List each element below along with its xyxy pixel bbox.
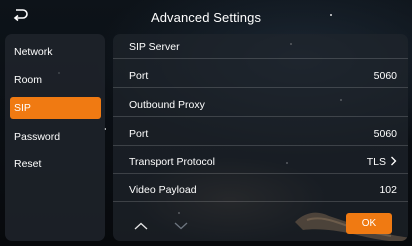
panel-footer: OK bbox=[113, 209, 408, 241]
page-title: Advanced Settings bbox=[150, 10, 262, 25]
sidebar-item-room[interactable]: Room bbox=[10, 69, 101, 91]
transport-protocol-value: TLS bbox=[367, 156, 397, 169]
chevron-up-icon bbox=[134, 217, 148, 235]
row-value: TLS bbox=[366, 156, 386, 168]
sidebar-item-sip[interactable]: SIP bbox=[10, 97, 101, 119]
screen: Advanced Settings Network Room SIP Passw… bbox=[0, 0, 412, 246]
row-value: 5060 bbox=[373, 128, 397, 140]
row-label: Port bbox=[129, 70, 149, 82]
sidebar-item-password[interactable]: Password bbox=[10, 126, 101, 148]
page-down-button[interactable] bbox=[171, 219, 191, 233]
sidebar-item-reset[interactable]: Reset bbox=[10, 153, 101, 175]
row-label: Port bbox=[129, 128, 149, 140]
sidebar-item-network[interactable]: Network bbox=[10, 41, 101, 63]
sidebar-item-label: Room bbox=[14, 74, 43, 86]
sip-port-row[interactable]: Port 5060 bbox=[113, 65, 408, 88]
outbound-proxy-row[interactable]: Outbound Proxy bbox=[113, 94, 408, 117]
header: Advanced Settings bbox=[0, 0, 412, 34]
settings-sidebar: Network Room SIP Password Reset bbox=[5, 34, 105, 241]
sidebar-item-label: Network bbox=[14, 46, 53, 58]
proxy-port-row[interactable]: Port 5060 bbox=[113, 123, 408, 146]
chevron-right-icon bbox=[390, 156, 397, 169]
row-value: 102 bbox=[379, 184, 397, 196]
ok-button[interactable]: OK bbox=[346, 213, 392, 234]
sidebar-item-label: Reset bbox=[14, 158, 42, 170]
row-label: SIP Server bbox=[129, 41, 180, 53]
sidebar-item-label: SIP bbox=[14, 102, 31, 114]
sip-server-row[interactable]: SIP Server bbox=[113, 36, 408, 59]
row-label: Video Payload bbox=[129, 184, 197, 196]
sidebar-item-label: Password bbox=[14, 131, 61, 143]
page-up-button[interactable] bbox=[131, 219, 151, 233]
row-label: Transport Protocol bbox=[129, 156, 215, 168]
chevron-down-icon bbox=[174, 217, 188, 235]
sip-settings-panel: SIP Server Port 5060 Outbound Proxy Port… bbox=[113, 34, 408, 241]
transport-protocol-row[interactable]: Transport Protocol TLS bbox=[113, 151, 408, 174]
row-label: Outbound Proxy bbox=[129, 99, 205, 111]
row-value: 5060 bbox=[373, 70, 397, 82]
video-payload-row[interactable]: Video Payload 102 bbox=[113, 179, 408, 202]
